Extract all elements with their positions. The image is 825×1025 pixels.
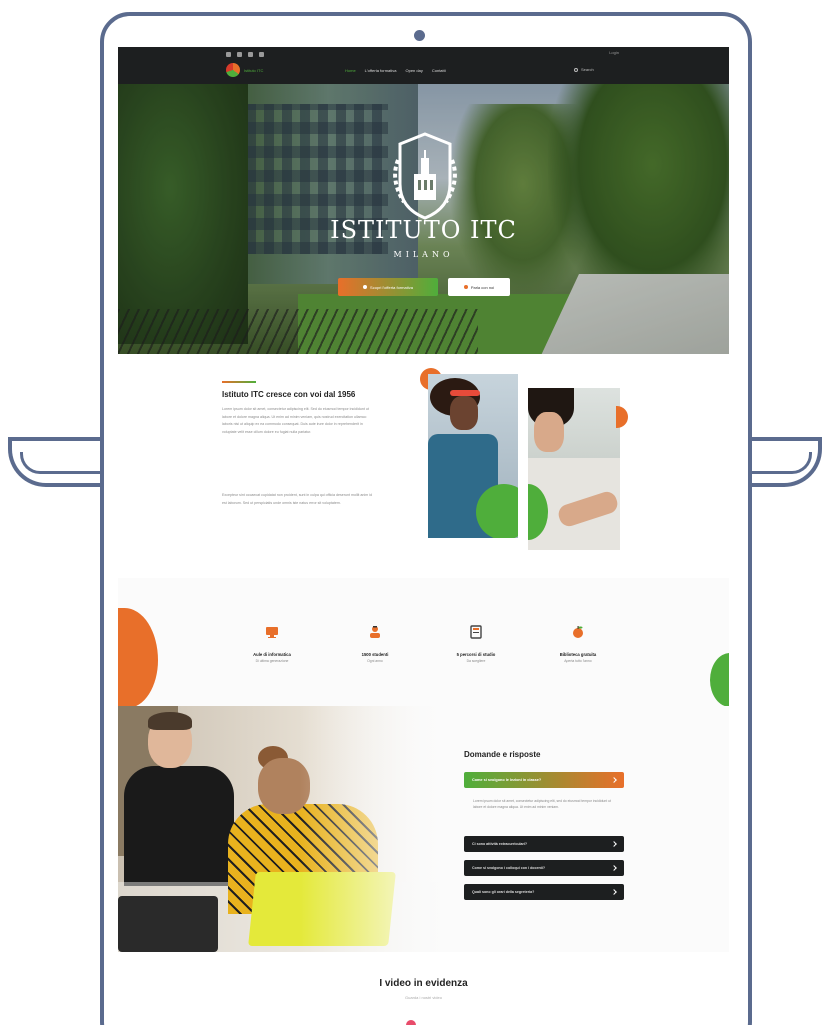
section-divider xyxy=(222,381,256,383)
laptop-screen: Login Istituto ITC Home L'offerta format… xyxy=(118,47,729,1025)
search-icon xyxy=(574,67,578,72)
decorative-blob xyxy=(118,608,158,708)
nav-item-home[interactable]: Home xyxy=(345,68,356,73)
decorative-blob xyxy=(710,653,729,707)
chat-icon xyxy=(463,285,468,289)
parla-con-noi-button[interactable]: Parla con noi xyxy=(448,278,510,296)
faq-section: Domande e risposte Come si svolgono le l… xyxy=(118,706,729,952)
about-paragraph: Excepteur sint occaecat cupidatat non pr… xyxy=(222,493,372,505)
chevron-icon xyxy=(611,889,617,895)
login-link[interactable]: Login xyxy=(609,50,619,55)
videos-section: I video in evidenza Guarda i nostri vide… xyxy=(118,952,729,1025)
site-header: Login Istituto ITC Home L'offerta format… xyxy=(118,47,729,84)
chevron-icon xyxy=(611,841,617,847)
about-section: Istituto ITC cresce con voi dal 1956 Lor… xyxy=(118,354,729,578)
videos-subtitle: Guarda i nostri video xyxy=(405,995,442,1000)
faq-item[interactable]: Quali sono gli orari della segreteria? xyxy=(464,884,624,900)
book-icon xyxy=(470,625,482,639)
nav-item-open-day[interactable]: Open day xyxy=(406,68,423,73)
faq-title: Domande e risposte xyxy=(464,750,541,759)
main-nav: Home L'offerta formativa Open day Contat… xyxy=(345,68,446,73)
twitter-icon[interactable] xyxy=(248,52,253,57)
decorative-tab xyxy=(616,406,628,428)
faq-answer: Lorem ipsum dolor sit amet, consectetur … xyxy=(473,799,611,809)
social-links xyxy=(226,52,264,57)
feature-subtitle: Di ultima generazione xyxy=(255,659,289,663)
apple-icon xyxy=(573,626,583,638)
faq-question: Come si svolgono le lezioni in classe? xyxy=(472,778,542,782)
feature-item: 5 percorsi di studio Da scegliere xyxy=(436,625,516,663)
chevron-icon xyxy=(611,865,617,871)
feature-title: Biblioteca gratuita xyxy=(559,652,597,657)
offerta-formativa-label: Scopri l'offerta formativa xyxy=(370,284,413,290)
videos-title: I video in evidenza xyxy=(379,978,468,989)
facebook-icon[interactable] xyxy=(226,52,231,57)
arrow-icon xyxy=(363,285,368,289)
faq-question: Come si svolgono i colloqui con i docent… xyxy=(472,866,546,870)
logo-mark-icon xyxy=(226,63,240,77)
faq-item[interactable]: Come si svolgono i colloqui con i docent… xyxy=(464,860,624,876)
hero-title: ISTITUTO ITC xyxy=(330,216,517,244)
logo-text: Istituto ITC xyxy=(244,67,264,73)
faq-question: Ci sono attività extracurriculari? xyxy=(472,842,528,846)
students-photo xyxy=(118,706,448,952)
faq-item[interactable]: Ci sono attività extracurriculari? xyxy=(464,836,624,852)
feature-title: 5 percorsi di studio xyxy=(456,652,496,657)
student-photo xyxy=(428,374,518,538)
about-title: Istituto ITC cresce con voi dal 1956 xyxy=(222,390,356,399)
feature-subtitle: Ogni anno xyxy=(367,659,383,663)
hero-banner: ISTITUTO ITC MILANO Scopri l'offerta for… xyxy=(118,84,729,354)
search-button[interactable]: Search xyxy=(574,67,594,72)
video-play-icon[interactable] xyxy=(406,1020,416,1025)
instagram-icon[interactable] xyxy=(237,52,242,57)
features-section: Aule di informatica Di ultima generazion… xyxy=(118,578,729,708)
school-crest-icon xyxy=(393,132,457,220)
feature-title: 1500 studenti xyxy=(361,652,389,657)
feature-item: 1500 studenti Ogni anno xyxy=(335,625,415,663)
youtube-icon[interactable] xyxy=(259,52,264,57)
feature-item: Biblioteca gratuita Aperta tutto l'anno xyxy=(538,625,618,663)
chevron-icon xyxy=(611,777,617,783)
faq-item-open[interactable]: Come si svolgono le lezioni in classe? xyxy=(464,772,624,788)
hero-subtitle: MILANO xyxy=(393,250,454,259)
nav-item-contatti[interactable]: Contatti xyxy=(432,68,446,73)
student-icon xyxy=(370,626,380,638)
search-label: Search xyxy=(581,67,594,72)
about-paragraph: Lorem ipsum dolor sit amet, consectetur … xyxy=(222,407,369,434)
parla-con-noi-label: Parla con noi xyxy=(470,284,495,290)
site-logo[interactable]: Istituto ITC xyxy=(226,63,263,77)
webcam-icon xyxy=(414,30,425,41)
feature-subtitle: Aperta tutto l'anno xyxy=(564,659,592,663)
nav-item-offerta[interactable]: L'offerta formativa xyxy=(365,68,397,73)
feature-item: Aule di informatica Di ultima generazion… xyxy=(232,625,312,663)
feature-subtitle: Da scegliere xyxy=(466,659,486,663)
offerta-formativa-button[interactable]: Scopri l'offerta formativa xyxy=(338,278,438,296)
faq-question: Quali sono gli orari della segreteria? xyxy=(472,890,535,894)
monitor-icon xyxy=(266,627,278,638)
feature-title: Aule di informatica xyxy=(253,652,291,657)
student-photo xyxy=(528,388,620,550)
